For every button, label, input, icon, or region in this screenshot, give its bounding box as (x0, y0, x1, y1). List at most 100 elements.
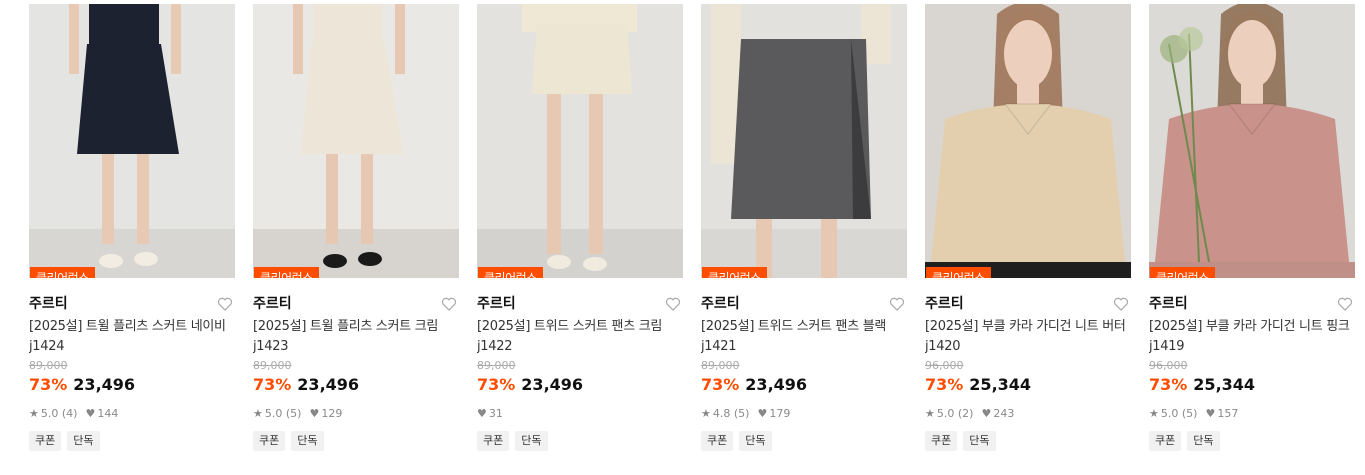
tag-list: 쿠폰 단독 (701, 431, 907, 451)
discount-rate: 73% (29, 375, 68, 394)
tag-list: 쿠폰 단독 (29, 431, 235, 451)
like-count: 157 (1217, 407, 1239, 420)
like-count: 179 (769, 407, 791, 420)
tag: 쿠폰 (253, 431, 286, 451)
rating: 5.0 (4) (40, 407, 78, 420)
tag: 단독 (739, 431, 772, 451)
discount-rate: 73% (925, 375, 964, 394)
heart-icon[interactable] (441, 296, 457, 312)
review-meta: ★ 5.0 (5) ♥ 129 (253, 407, 459, 421)
product-card[interactable]: 클리어런스 주르티 [2025설] 부클 카라 가디건 니트 핑크 j1419 … (1149, 4, 1355, 464)
clearance-badge: 클리어런스 (926, 267, 991, 278)
original-price: 89,000 (477, 359, 516, 372)
brand-name[interactable]: 주르티 (253, 294, 459, 314)
product-image[interactable]: 클리어런스 (253, 4, 459, 278)
original-price: 96,000 (1149, 359, 1188, 372)
clearance-badge: 클리어런스 (478, 267, 543, 278)
like-count: 129 (321, 407, 343, 420)
review-meta: ♥ 31 (477, 407, 683, 421)
rating: 4.8 (5) (712, 407, 750, 420)
heart-icon[interactable] (1337, 296, 1353, 312)
heart-count-icon: ♥ (477, 407, 487, 420)
tag: 단독 (67, 431, 100, 451)
star-icon: ★ (925, 407, 935, 420)
product-card[interactable]: 클리어런스 주르티 [2025설] 트윌 플리츠 스커트 네이비 j1424 8… (29, 4, 235, 464)
heart-count-icon: ♥ (309, 407, 320, 420)
product-title[interactable]: [2025설] 트위드 스커트 팬츠 크림 j1422 (477, 317, 683, 357)
product-image[interactable]: 클리어런스 (1149, 4, 1355, 278)
discount-rate: 73% (1149, 375, 1188, 394)
sale-price: 23,496 (521, 375, 584, 394)
heart-count-icon: ♥ (85, 407, 96, 420)
product-image[interactable]: 클리어런스 (29, 4, 235, 278)
sale-price: 23,496 (297, 375, 360, 394)
tag: 단독 (515, 431, 548, 451)
original-price: 96,000 (925, 359, 964, 372)
clearance-badge: 클리어런스 (30, 267, 95, 278)
discount-rate: 73% (253, 375, 292, 394)
tag-list: 쿠폰 단독 (925, 431, 1131, 451)
original-price: 89,000 (701, 359, 740, 372)
heart-count-icon: ♥ (1205, 407, 1216, 420)
star-icon: ★ (701, 407, 711, 420)
product-card[interactable]: 클리어런스 주르티 [2025설] 트위드 스커트 팬츠 블랙 j1421 89… (701, 4, 907, 464)
clearance-badge: 클리어런스 (254, 267, 319, 278)
product-title[interactable]: [2025설] 트윌 플리츠 스커트 크림 j1423 (253, 317, 459, 357)
sale-price: 25,344 (969, 375, 1032, 394)
discount-rate: 73% (477, 375, 516, 394)
product-image[interactable]: 클리어런스 (925, 4, 1131, 278)
heart-icon[interactable] (1113, 296, 1129, 312)
like-count: 31 (488, 407, 503, 420)
product-title[interactable]: [2025설] 트위드 스커트 팬츠 블랙 j1421 (701, 317, 907, 357)
product-title[interactable]: [2025설] 부클 카라 가디건 니트 핑크 j1419 (1149, 317, 1355, 357)
tag: 쿠폰 (925, 431, 958, 451)
product-image[interactable]: 클리어런스 (477, 4, 683, 278)
sale-price: 25,344 (1193, 375, 1256, 394)
heart-count-icon: ♥ (757, 407, 768, 420)
tag-list: 쿠폰 단독 (477, 431, 683, 451)
tag: 쿠폰 (477, 431, 510, 451)
brand-name[interactable]: 주르티 (701, 294, 907, 314)
sale-price: 23,496 (73, 375, 136, 394)
clearance-badge: 클리어런스 (1150, 267, 1215, 278)
review-meta: ★ 5.0 (5) ♥ 157 (1149, 407, 1355, 421)
heart-icon[interactable] (217, 296, 233, 312)
like-count: 243 (993, 407, 1015, 420)
review-meta: ★ 4.8 (5) ♥ 179 (701, 407, 907, 421)
sale-price: 23,496 (745, 375, 808, 394)
star-icon: ★ (29, 407, 39, 420)
original-price: 89,000 (253, 359, 292, 372)
product-card[interactable]: 클리어런스 주르티 [2025설] 트윌 플리츠 스커트 크림 j1423 89… (253, 4, 459, 464)
heart-count-icon: ♥ (981, 407, 992, 420)
like-count: 144 (97, 407, 119, 420)
product-card[interactable]: 클리어런스 주르티 [2025설] 트위드 스커트 팬츠 크림 j1422 89… (477, 4, 683, 464)
star-icon: ★ (1149, 407, 1159, 420)
rating: 5.0 (5) (1160, 407, 1198, 420)
discount-rate: 73% (701, 375, 740, 394)
product-image[interactable]: 클리어런스 (701, 4, 907, 278)
rating: 5.0 (2) (936, 407, 974, 420)
clearance-badge: 클리어런스 (702, 267, 767, 278)
tag: 단독 (291, 431, 324, 451)
product-grid: 클리어런스 주르티 [2025설] 트윌 플리츠 스커트 네이비 j1424 8… (0, 0, 1365, 475)
tag: 단독 (1187, 431, 1220, 451)
original-price: 89,000 (29, 359, 68, 372)
product-title[interactable]: [2025설] 트윌 플리츠 스커트 네이비 j1424 (29, 317, 235, 357)
brand-name[interactable]: 주르티 (1149, 294, 1355, 314)
review-meta: ★ 5.0 (2) ♥ 243 (925, 407, 1131, 421)
tag: 단독 (963, 431, 996, 451)
tag-list: 쿠폰 단독 (1149, 431, 1355, 451)
rating: 5.0 (5) (264, 407, 302, 420)
star-icon: ★ (253, 407, 263, 420)
review-meta: ★ 5.0 (4) ♥ 144 (29, 407, 235, 421)
tag-list: 쿠폰 단독 (253, 431, 459, 451)
product-title[interactable]: [2025설] 부클 카라 가디건 니트 버터 j1420 (925, 317, 1131, 357)
product-card[interactable]: 클리어런스 주르티 [2025설] 부클 카라 가디건 니트 버터 j1420 … (925, 4, 1131, 464)
tag: 쿠폰 (29, 431, 62, 451)
brand-name[interactable]: 주르티 (477, 294, 683, 314)
brand-name[interactable]: 주르티 (925, 294, 1131, 314)
tag: 쿠폰 (701, 431, 734, 451)
brand-name[interactable]: 주르티 (29, 294, 235, 314)
heart-icon[interactable] (889, 296, 905, 312)
heart-icon[interactable] (665, 296, 681, 312)
